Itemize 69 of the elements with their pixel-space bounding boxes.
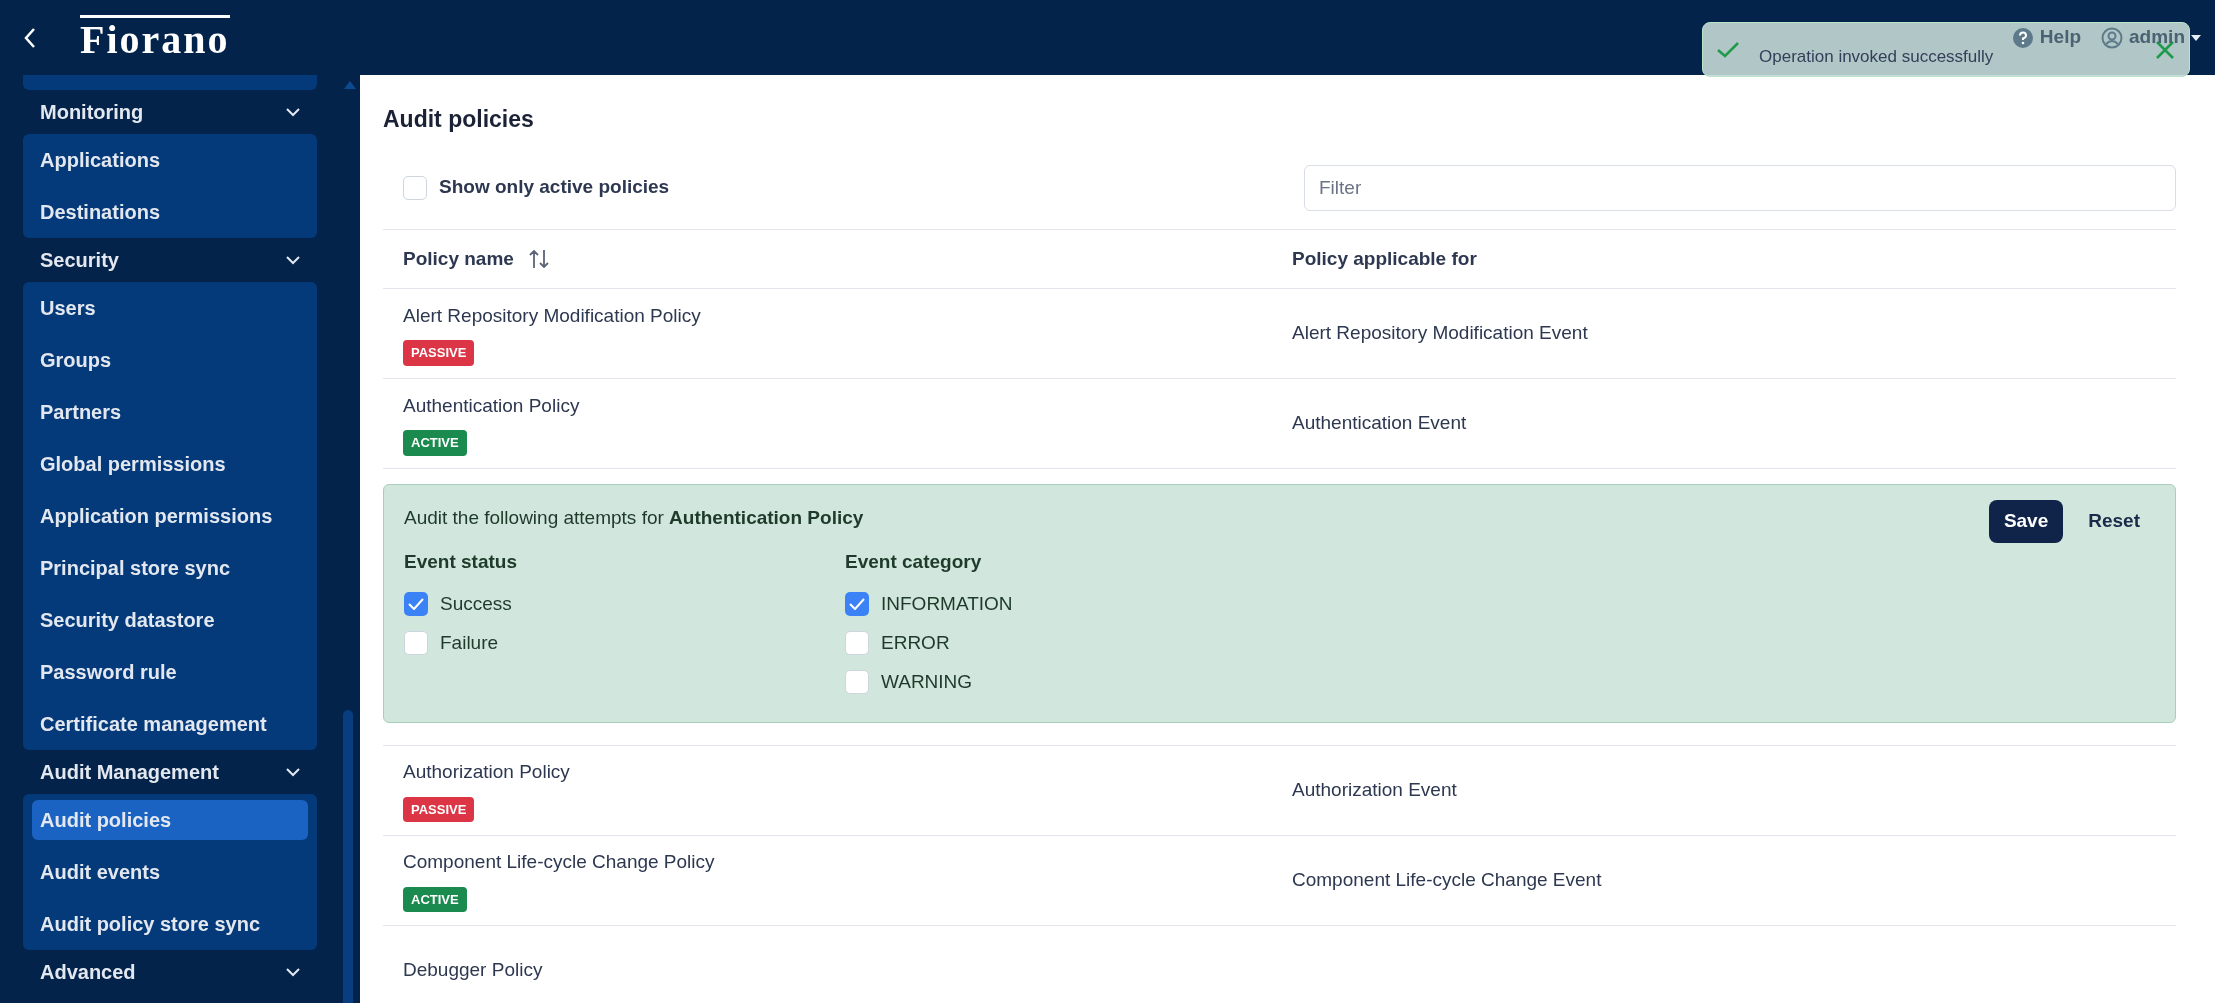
status-badge: PASSIVE <box>403 340 475 366</box>
menu-item[interactable]: Partners <box>32 386 308 438</box>
checkbox-label: Success <box>440 591 512 616</box>
menu-group-header[interactable]: Security <box>0 238 340 282</box>
checkbox[interactable] <box>404 592 428 616</box>
menu-item[interactable]: Applications <box>32 134 308 186</box>
menu-item[interactable]: Security datastore <box>32 594 308 646</box>
table-cell-text: Alert Repository Modification Policy <box>403 303 702 328</box>
menu-item[interactable]: Audit events <box>32 846 308 898</box>
check-icon <box>849 598 865 610</box>
menu-item[interactable]: Principal store sync <box>32 542 308 594</box>
chevron-left-icon <box>23 26 37 49</box>
menu-item[interactable]: Groups <box>32 334 308 386</box>
table-cell-text: Authentication Policy <box>403 393 581 418</box>
menu-item[interactable]: Audit policies <box>32 800 308 840</box>
check-icon <box>408 598 424 610</box>
status-badge: ACTIVE <box>403 886 467 912</box>
table-cell-text: Debugger Policy <box>403 957 544 982</box>
table-cell-text: Component Life-cycle Change Event <box>1292 867 1602 892</box>
chevron-down-icon <box>286 967 300 977</box>
help-link[interactable]: Help <box>2039 23 2082 52</box>
checkbox-label: ERROR <box>881 630 950 655</box>
scrollbar[interactable] <box>343 710 353 1003</box>
logo: Fiorano <box>80 15 230 60</box>
menu-item[interactable]: Password rule <box>32 646 308 698</box>
panel-description: Audit the following attempts for Authentication Policy <box>404 506 865 530</box>
menu-item[interactable]: Users <box>32 282 308 334</box>
menu-item[interactable]: Application permissions <box>32 490 308 542</box>
table-cell-text: Authentication Event <box>1292 411 1467 436</box>
user-menu[interactable]: admin <box>2129 23 2185 52</box>
check-icon <box>1717 41 1739 58</box>
status-badge: ACTIVE <box>403 430 467 456</box>
table-cell-text: Authorization Event <box>1292 777 1457 802</box>
scroll-up-icon <box>344 81 356 89</box>
section-heading: Event category <box>845 550 983 574</box>
sort-icon[interactable] <box>527 248 550 270</box>
checkbox-label: Show only active policies <box>439 175 670 200</box>
caret-icon <box>2191 34 2201 41</box>
column-header[interactable]: Policy name <box>403 244 514 274</box>
checkbox-label: WARNING <box>881 669 973 694</box>
checkbox-label: INFORMATION <box>881 591 1013 616</box>
menu-item[interactable]: Certificate management <box>32 698 308 750</box>
filter-field[interactable]: Filter <box>1304 164 2176 211</box>
checkbox[interactable] <box>403 175 427 200</box>
menu-group-header[interactable]: Audit Management <box>0 750 340 794</box>
section-heading: Event status <box>404 550 518 574</box>
menu-item[interactable]: Global permissions <box>32 438 308 490</box>
table-cell-text: Alert Repository Modification Event <box>1292 321 1588 346</box>
column-header: Policy applicable for <box>1292 246 1477 271</box>
toast-message: Operation invoked successfully <box>1759 45 1995 68</box>
menu-group-header[interactable]: Monitoring <box>0 90 340 134</box>
reset-button[interactable]: Reset <box>2073 500 2155 543</box>
menu-item[interactable]: Audit policy store sync <box>32 898 308 950</box>
chevron-down-icon <box>286 767 300 777</box>
checkbox[interactable] <box>404 631 428 655</box>
user-icon <box>2101 26 2124 49</box>
table-cell-text: Component Life-cycle Change Policy <box>403 850 716 874</box>
menu-item[interactable]: Destinations <box>32 186 308 238</box>
checkbox-label: Failure <box>440 630 499 655</box>
checkbox[interactable] <box>845 631 869 655</box>
save-button[interactable]: Save <box>1988 500 2064 543</box>
chevron-down-icon <box>286 255 300 265</box>
checkbox[interactable] <box>845 592 869 616</box>
checkbox[interactable] <box>845 670 869 694</box>
chevron-down-icon <box>286 107 300 117</box>
page-title: Audit policies <box>383 105 535 132</box>
table-cell-text: Authorization Policy <box>403 760 571 784</box>
status-badge: PASSIVE <box>403 796 475 822</box>
menu-group-header[interactable]: Advanced <box>0 950 340 994</box>
